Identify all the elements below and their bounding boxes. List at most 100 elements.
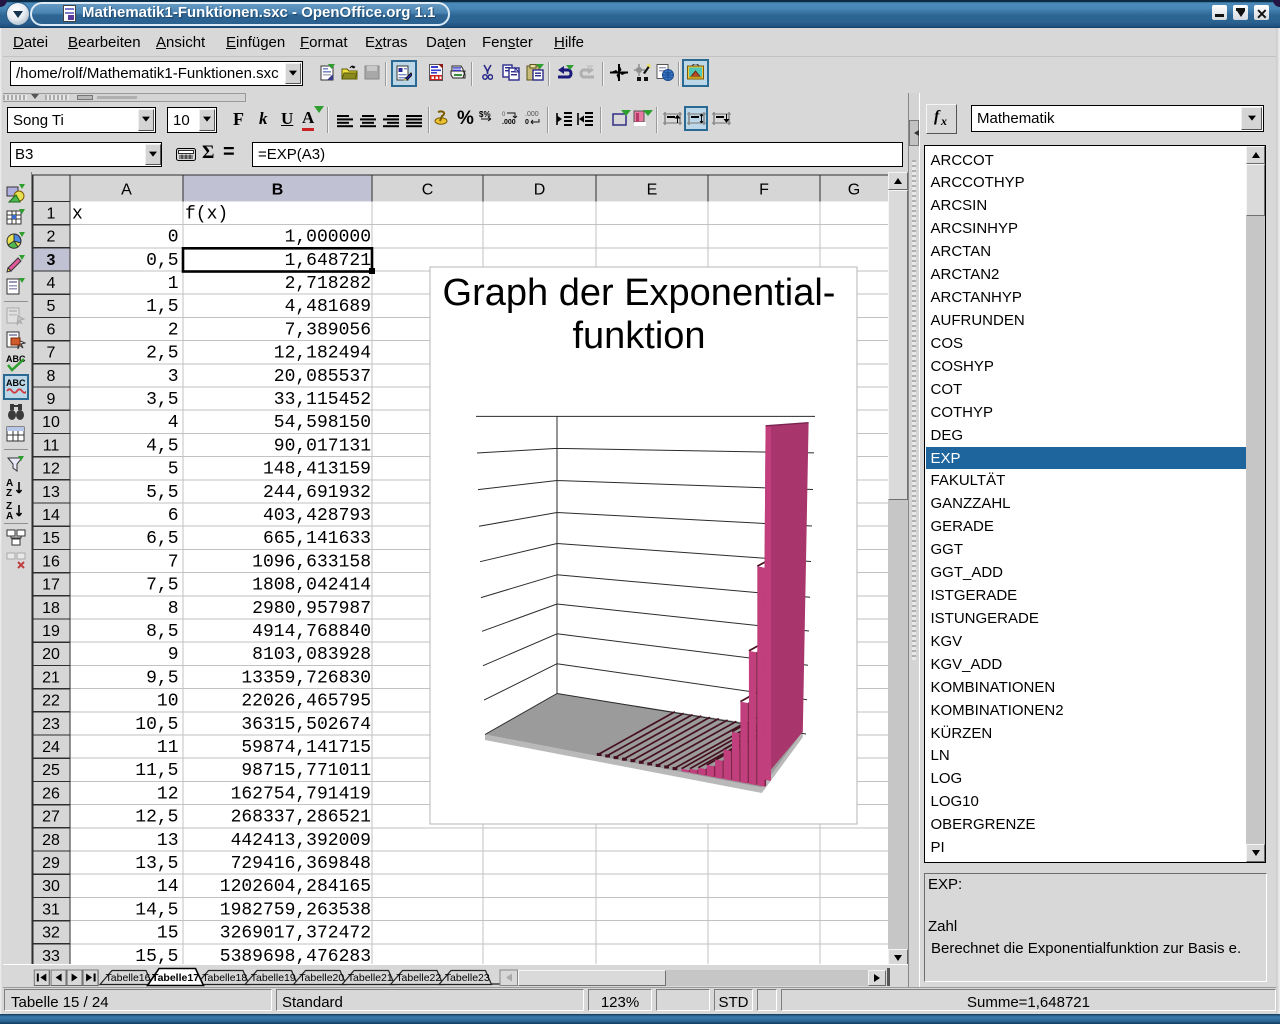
svg-text:21: 21: [42, 669, 60, 686]
svg-text:31: 31: [42, 901, 60, 918]
svg-text:90,017131: 90,017131: [274, 436, 371, 456]
svg-text:11: 11: [157, 738, 179, 758]
svg-text:4: 4: [47, 275, 56, 292]
svg-text:33: 33: [42, 948, 60, 965]
svg-text:Tabelle23: Tabelle23: [445, 972, 490, 984]
svg-text:12,182494: 12,182494: [274, 344, 371, 364]
svg-text:19: 19: [42, 623, 60, 640]
svg-text:16: 16: [42, 553, 60, 570]
svg-text:11,5: 11,5: [135, 761, 178, 781]
svg-text:funktion: funktion: [572, 315, 705, 357]
svg-text:403,428793: 403,428793: [263, 506, 371, 526]
svg-text:0: 0: [502, 112, 506, 118]
svg-text:6: 6: [168, 506, 179, 526]
svg-text:8: 8: [47, 368, 56, 385]
svg-text:9: 9: [168, 645, 179, 665]
svg-text:9,5: 9,5: [146, 668, 178, 688]
svg-text:14,5: 14,5: [135, 900, 178, 920]
svg-text:8103,083928: 8103,083928: [252, 645, 371, 665]
svg-text:28: 28: [42, 832, 60, 849]
svg-text:268337,286521: 268337,286521: [231, 808, 371, 828]
svg-text:15: 15: [42, 530, 60, 547]
svg-text:1,000000: 1,000000: [285, 228, 371, 248]
svg-text:33,115452: 33,115452: [274, 390, 371, 410]
svg-text:1,648721: 1,648721: [285, 251, 371, 271]
svg-text:10,5: 10,5: [135, 715, 178, 735]
svg-text:29: 29: [42, 855, 60, 872]
svg-text:8,5: 8,5: [146, 622, 178, 642]
svg-text:2,718282: 2,718282: [285, 274, 371, 294]
svg-text:2,5: 2,5: [146, 344, 178, 364]
svg-text:0: 0: [168, 228, 179, 248]
svg-text:8: 8: [168, 599, 179, 619]
svg-text:7: 7: [168, 552, 179, 572]
svg-text:22: 22: [42, 693, 60, 710]
svg-text:1,5: 1,5: [146, 297, 178, 317]
svg-text:4,481689: 4,481689: [285, 297, 371, 317]
svg-text:0,5: 0,5: [146, 251, 178, 271]
svg-text:59874,141715: 59874,141715: [241, 738, 371, 758]
svg-text:1982759,263538: 1982759,263538: [220, 900, 371, 920]
svg-text:3: 3: [47, 252, 56, 269]
svg-text:10: 10: [157, 692, 179, 712]
svg-text:32: 32: [42, 925, 60, 942]
svg-text:A: A: [121, 182, 132, 199]
svg-text:.000: .000: [502, 119, 516, 125]
svg-text:5,5: 5,5: [146, 483, 178, 503]
svg-text:Tabelle19: Tabelle19: [251, 972, 296, 984]
svg-text:13: 13: [42, 484, 60, 501]
svg-text:98715,771011: 98715,771011: [241, 761, 371, 781]
svg-text:D: D: [534, 182, 546, 199]
svg-text:B: B: [272, 182, 284, 199]
svg-text:148,413159: 148,413159: [263, 460, 371, 480]
svg-text:54,598150: 54,598150: [274, 413, 371, 433]
svg-text:1: 1: [47, 205, 56, 222]
svg-text:22026,465795: 22026,465795: [241, 692, 371, 712]
svg-text:.000: .000: [525, 111, 539, 118]
svg-text:7,389056: 7,389056: [285, 320, 371, 340]
svg-text:162754,791419: 162754,791419: [231, 784, 371, 804]
svg-text:20,085537: 20,085537: [274, 367, 371, 387]
svg-text:4914,768840: 4914,768840: [252, 622, 371, 642]
svg-text:Graph der Exponential-: Graph der Exponential-: [443, 272, 836, 314]
svg-text:0: 0: [525, 119, 529, 125]
svg-text:13359,726830: 13359,726830: [241, 668, 371, 688]
svg-text:13: 13: [157, 831, 179, 851]
svg-text:7,5: 7,5: [146, 576, 178, 596]
svg-text:Tabelle20: Tabelle20: [299, 972, 344, 984]
svg-text:1202604,284165: 1202604,284165: [220, 877, 371, 897]
svg-text:13,5: 13,5: [135, 854, 178, 874]
svg-text:14: 14: [42, 507, 60, 524]
svg-text:1096,633158: 1096,633158: [252, 552, 371, 572]
svg-text:244,691932: 244,691932: [263, 483, 371, 503]
svg-text:12,5: 12,5: [135, 808, 178, 828]
svg-text:4: 4: [168, 413, 179, 433]
svg-text:20: 20: [42, 646, 60, 663]
svg-text:25: 25: [42, 762, 60, 779]
svg-text:10: 10: [42, 414, 60, 431]
svg-text:7: 7: [47, 345, 56, 362]
svg-text:A: A: [6, 511, 13, 521]
svg-text:1: 1: [168, 274, 179, 294]
svg-text:2: 2: [47, 229, 56, 246]
svg-text:26: 26: [42, 785, 60, 802]
svg-text:23: 23: [42, 716, 60, 733]
svg-text:f(x): f(x): [185, 204, 228, 224]
svg-text:18: 18: [42, 600, 60, 617]
svg-text:6,5: 6,5: [146, 529, 178, 549]
svg-text:442413,392009: 442413,392009: [231, 831, 371, 851]
svg-text:9: 9: [47, 391, 56, 408]
svg-text:36315,502674: 36315,502674: [241, 715, 371, 735]
svg-text:3: 3: [168, 367, 179, 387]
svg-text:12: 12: [42, 461, 60, 478]
svg-text:665,141633: 665,141633: [263, 529, 371, 549]
svg-text:15: 15: [157, 924, 179, 944]
svg-text:6: 6: [47, 321, 56, 338]
svg-text:C: C: [422, 182, 434, 199]
svg-text:2: 2: [168, 320, 179, 340]
svg-text:11: 11: [43, 437, 60, 454]
svg-text:5: 5: [168, 460, 179, 480]
svg-text:x: x: [72, 204, 83, 224]
svg-text:Tabelle18: Tabelle18: [202, 972, 247, 984]
svg-text:G: G: [848, 182, 860, 199]
